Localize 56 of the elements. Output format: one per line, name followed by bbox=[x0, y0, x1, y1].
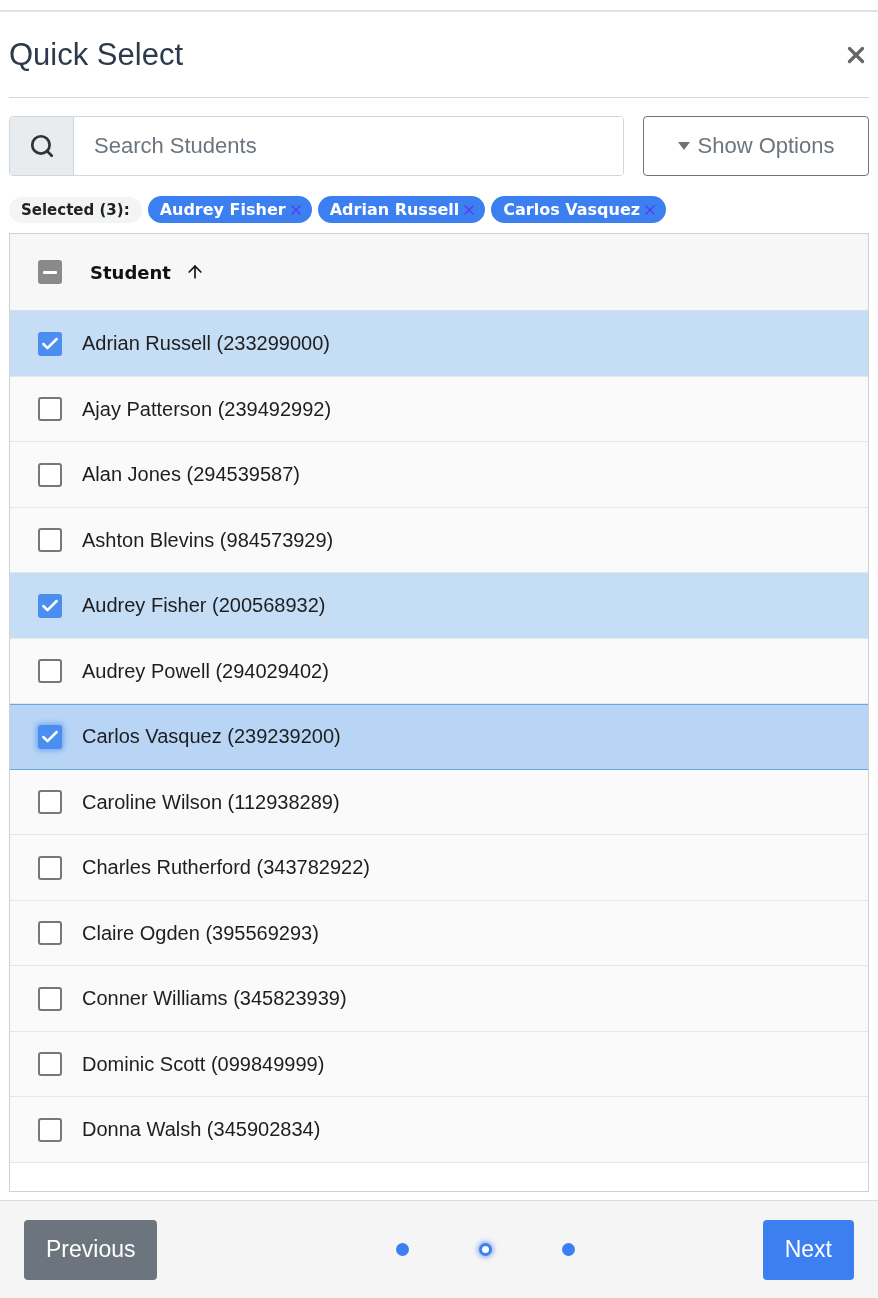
student-row[interactable]: Ashton Blevins (984573929) bbox=[10, 507, 868, 573]
selected-count-label: Selected (3): bbox=[9, 196, 142, 223]
step-dot[interactable] bbox=[395, 1243, 409, 1256]
student-name: Donna Walsh (345902834) bbox=[82, 1118, 321, 1142]
student-row[interactable]: Dominic Scott (099849999) bbox=[10, 1031, 868, 1097]
previous-button[interactable]: Previous bbox=[24, 1219, 158, 1280]
student-name: Conner Williams (345823939) bbox=[82, 987, 347, 1011]
student-row[interactable]: Charles Rutherford (343782922) bbox=[10, 835, 868, 901]
chip-label: Adrian Russell bbox=[329, 200, 460, 219]
row-checkbox[interactable] bbox=[38, 397, 62, 422]
column-header[interactable]: Student bbox=[90, 261, 171, 283]
student-name: Ashton Blevins (984573929) bbox=[82, 528, 334, 552]
row-checkbox[interactable] bbox=[38, 659, 62, 684]
student-row[interactable]: Conner Williams (345823939) bbox=[10, 966, 868, 1032]
row-checkbox[interactable] bbox=[38, 986, 62, 1011]
student-name: Alan Jones (294539587) bbox=[82, 463, 300, 487]
student-row[interactable]: Adrian Russell (233299000) bbox=[10, 311, 868, 377]
step-dot[interactable] bbox=[478, 1243, 492, 1256]
row-checkbox[interactable] bbox=[38, 855, 62, 880]
student-row[interactable]: Claire Ogden (395569293) bbox=[10, 900, 868, 966]
row-checkbox[interactable] bbox=[38, 462, 62, 487]
minus-icon bbox=[43, 270, 57, 274]
student-row[interactable]: Alan Jones (294539587) bbox=[10, 442, 868, 508]
student-row[interactable]: Carlos Vasquez (239239200) bbox=[10, 704, 868, 770]
dialog-title: Quick Select bbox=[9, 36, 183, 73]
student-row[interactable]: Audrey Powell (294029402) bbox=[10, 638, 868, 704]
row-checkbox[interactable] bbox=[38, 331, 62, 356]
student-name: Charles Rutherford (343782922) bbox=[82, 856, 370, 880]
row-checkbox[interactable] bbox=[38, 593, 62, 618]
show-options-button[interactable]: Show Options bbox=[643, 116, 869, 176]
search-icon bbox=[28, 133, 55, 159]
student-name: Dominic Scott (099849999) bbox=[82, 1052, 325, 1076]
chip-label: Carlos Vasquez bbox=[503, 200, 641, 219]
student-name: Caroline Wilson (112938289) bbox=[82, 790, 340, 814]
student-name: Claire Ogden (395569293) bbox=[82, 921, 319, 945]
student-name: Audrey Fisher (200568932) bbox=[82, 594, 326, 618]
step-dot[interactable] bbox=[561, 1243, 575, 1256]
row-checkbox[interactable] bbox=[38, 1117, 62, 1142]
student-name: Carlos Vasquez (239239200) bbox=[82, 725, 341, 749]
row-checkbox[interactable] bbox=[38, 1052, 62, 1077]
row-checkbox[interactable] bbox=[38, 528, 62, 553]
row-checkbox[interactable] bbox=[38, 790, 62, 815]
select-all-checkbox[interactable] bbox=[38, 260, 62, 284]
student-row[interactable]: Ajay Patterson (239492992) bbox=[10, 376, 868, 442]
caret-icon bbox=[677, 142, 690, 150]
student-name: Adrian Russell (233299000) bbox=[82, 332, 330, 356]
student-row[interactable]: Caroline Wilson (112938289) bbox=[10, 769, 868, 835]
row-checkbox[interactable] bbox=[38, 921, 62, 946]
chip-label: Audrey Fisher bbox=[159, 200, 286, 219]
search-field[interactable]: Search Students bbox=[9, 116, 624, 176]
student-name: Audrey Powell (294029402) bbox=[82, 659, 329, 683]
row-checkbox[interactable] bbox=[38, 724, 62, 749]
student-row[interactable]: Audrey Fisher (200568932) bbox=[10, 573, 868, 639]
student-row[interactable]: Donna Walsh (345902834) bbox=[10, 1097, 868, 1163]
next-button[interactable]: Next bbox=[762, 1219, 854, 1280]
student-name: Ajay Patterson (239492992) bbox=[82, 397, 332, 421]
